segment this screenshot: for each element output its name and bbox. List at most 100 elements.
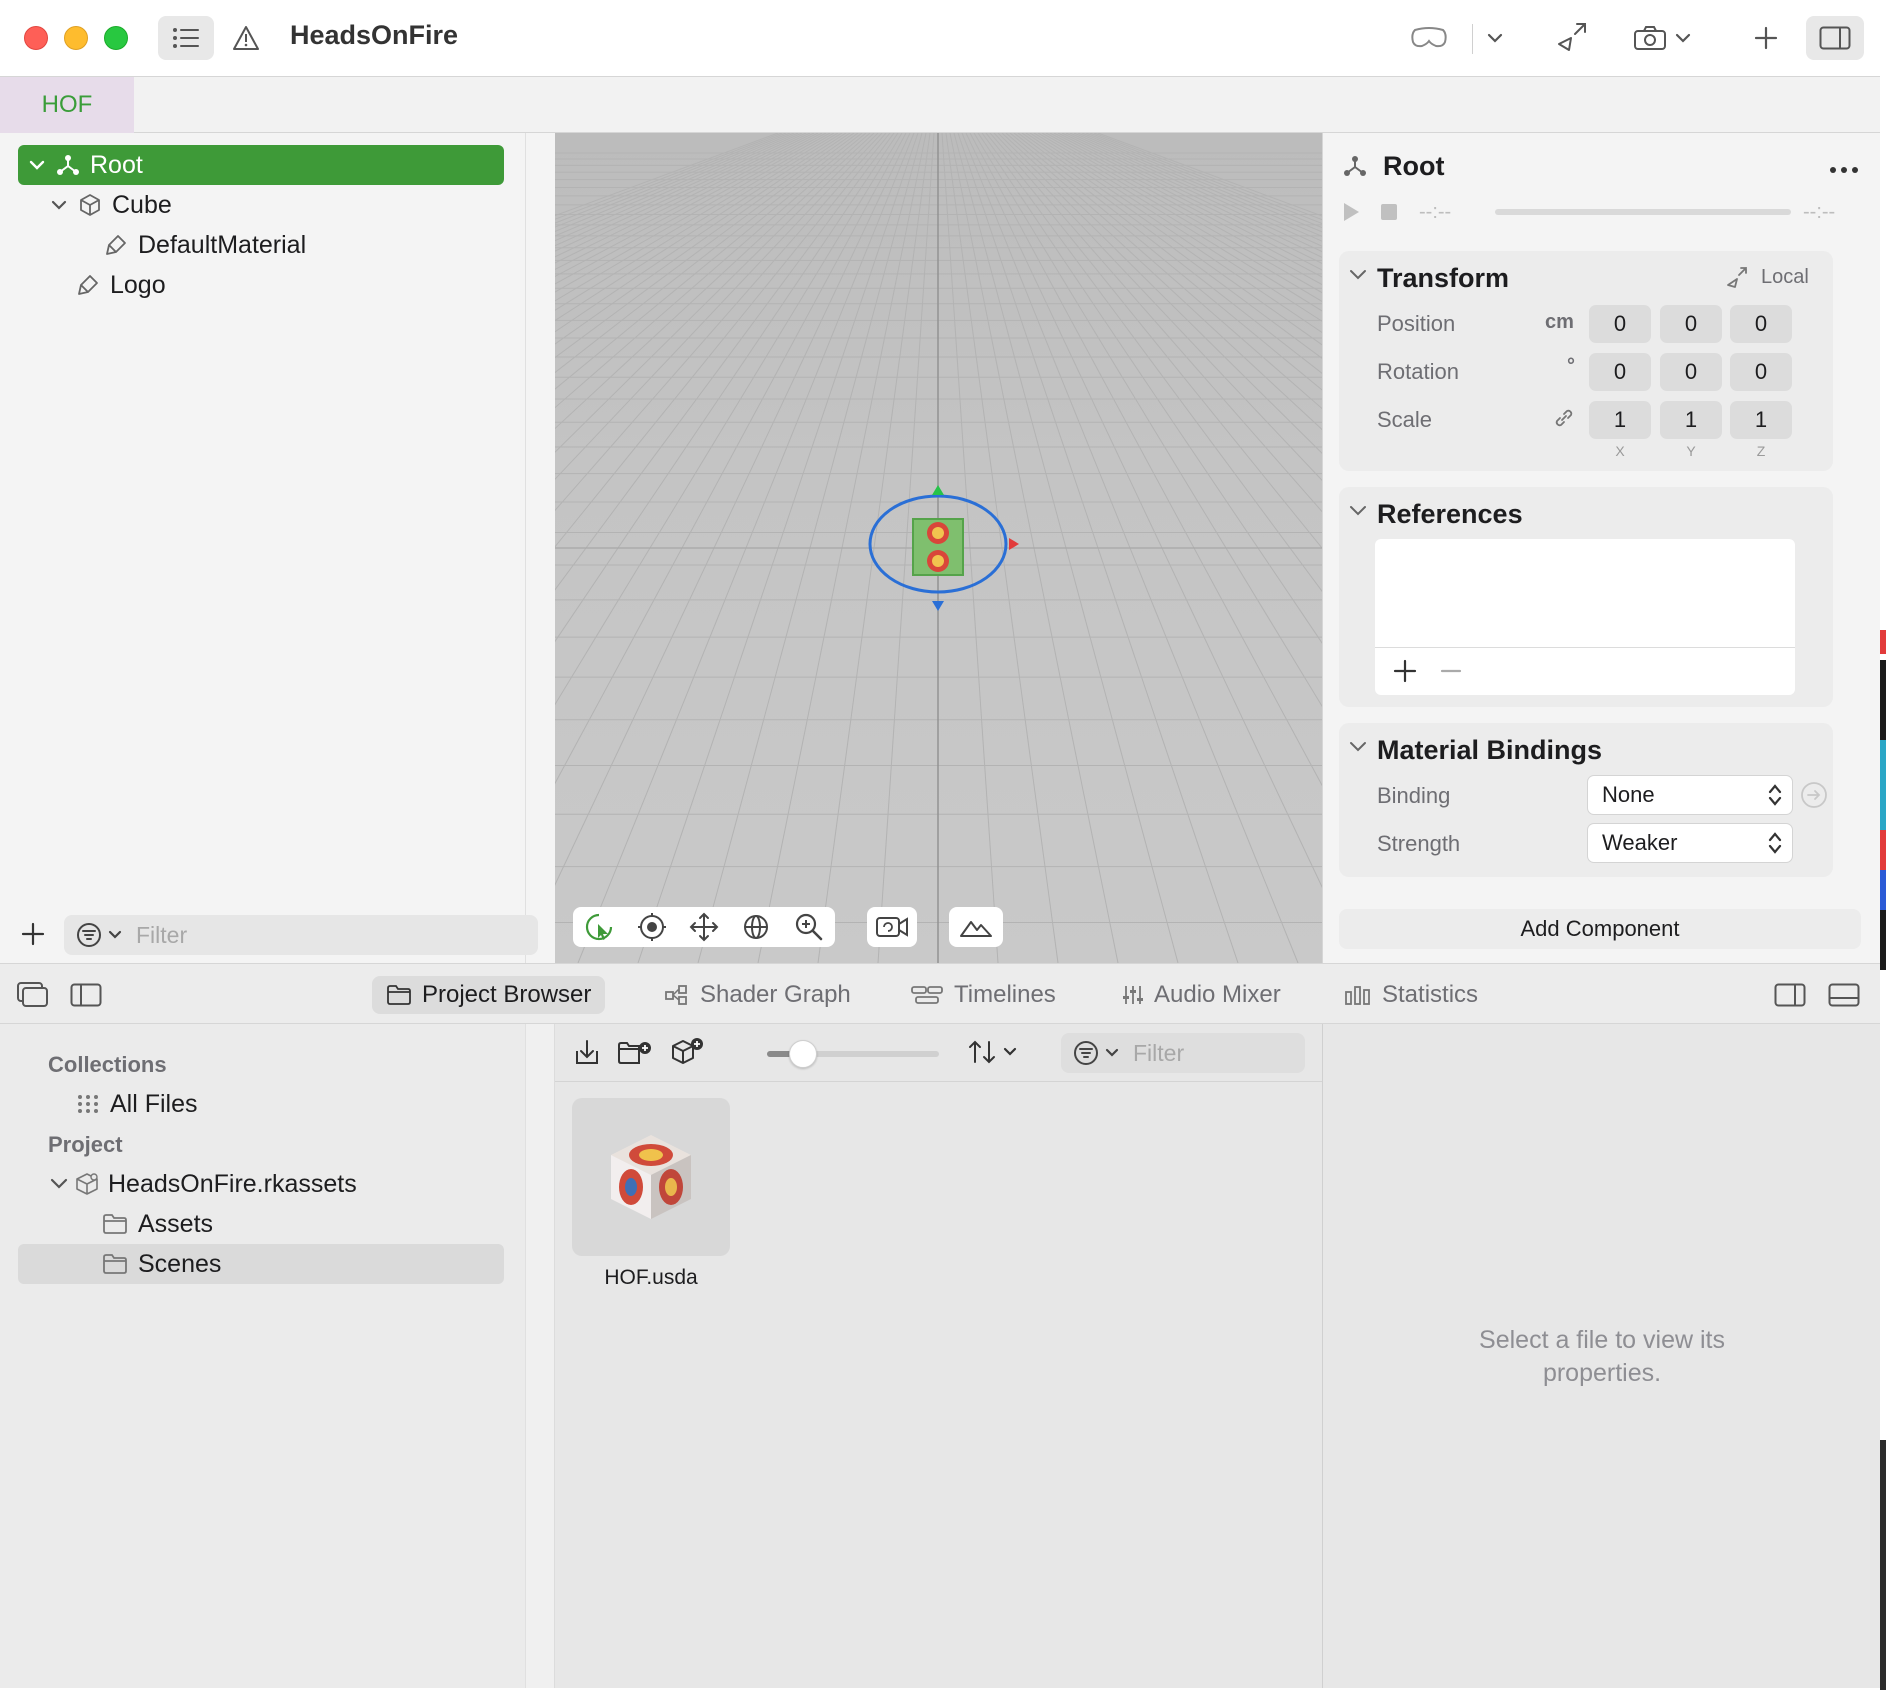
add-component-button[interactable]: Add Component bbox=[1339, 909, 1861, 949]
transform-gizmo[interactable] bbox=[555, 133, 1322, 963]
tree-item-label: Logo bbox=[110, 270, 166, 299]
strength-popup[interactable]: Weaker bbox=[1587, 823, 1793, 863]
folder-assets[interactable]: Assets bbox=[102, 1204, 506, 1244]
go-to-material-icon[interactable] bbox=[1799, 780, 1829, 810]
timeline-scrubber[interactable] bbox=[1495, 209, 1791, 215]
move-tool-icon[interactable] bbox=[689, 912, 719, 942]
binding-value: None bbox=[1602, 782, 1655, 807]
edge-mark bbox=[1880, 870, 1886, 910]
collection-all-files[interactable]: All Files bbox=[76, 1084, 506, 1124]
bottom-panel-icon[interactable] bbox=[1828, 983, 1860, 1007]
tab-timelines[interactable]: Timelines bbox=[896, 976, 1070, 1014]
add-button[interactable] bbox=[1748, 16, 1784, 60]
tab-audio-mixer[interactable]: Audio Mixer bbox=[1108, 976, 1295, 1014]
scale-z-field[interactable]: 1 bbox=[1730, 401, 1792, 439]
position-z-field[interactable]: 0 bbox=[1730, 305, 1792, 343]
chevron-down-icon[interactable] bbox=[1349, 741, 1367, 753]
hierarchy-footer: Filter bbox=[0, 905, 555, 963]
document-tab-hof[interactable]: HOF bbox=[0, 77, 134, 133]
select-tool-icon[interactable] bbox=[584, 912, 614, 942]
folder-icon bbox=[103, 1254, 127, 1274]
slider-knob[interactable] bbox=[789, 1040, 817, 1068]
scale-x-field[interactable]: 1 bbox=[1589, 401, 1651, 439]
send-to-device-icon bbox=[1558, 23, 1586, 51]
tree-item-defaultmaterial[interactable]: DefaultMaterial bbox=[102, 225, 502, 265]
device-menu-button[interactable] bbox=[1480, 16, 1510, 60]
timelines-icon bbox=[910, 984, 944, 1006]
chevron-down-icon[interactable] bbox=[26, 160, 48, 170]
play-icon[interactable] bbox=[1341, 201, 1361, 223]
chevron-down-icon[interactable] bbox=[1349, 505, 1367, 517]
tree-item-cube[interactable]: Cube bbox=[48, 185, 504, 225]
folder-icon bbox=[386, 984, 412, 1006]
new-folder-icon[interactable] bbox=[617, 1039, 653, 1067]
inspector-toggle-button[interactable] bbox=[1806, 16, 1864, 60]
minus-icon[interactable] bbox=[1439, 659, 1463, 683]
transform-title: Transform bbox=[1377, 263, 1510, 293]
titlebar: HeadsOnFire bbox=[0, 0, 1880, 77]
new-scene-icon[interactable] bbox=[669, 1037, 705, 1067]
chevron-down-icon bbox=[1105, 1048, 1119, 1057]
add-entity-button[interactable] bbox=[20, 921, 48, 949]
coordinate-space-toggle[interactable]: Local bbox=[1725, 265, 1809, 289]
package-label: HeadsOnFire.rkassets bbox=[108, 1169, 357, 1198]
edge-mark bbox=[1880, 910, 1886, 970]
link-icon[interactable] bbox=[1553, 407, 1575, 429]
position-y-field[interactable]: 0 bbox=[1660, 305, 1722, 343]
close-window-button[interactable] bbox=[24, 26, 48, 50]
rotation-x-field[interactable]: 0 bbox=[1589, 353, 1651, 391]
folder-scenes[interactable]: Scenes bbox=[18, 1244, 504, 1284]
project-header: Project bbox=[48, 1132, 123, 1157]
position-x-field[interactable]: 0 bbox=[1589, 305, 1651, 343]
file-item[interactable]: HOF.usda bbox=[572, 1098, 730, 1290]
share-scene-button[interactable] bbox=[1550, 16, 1594, 60]
project-package[interactable]: HeadsOnFire.rkassets bbox=[50, 1164, 506, 1204]
environment-controls[interactable] bbox=[949, 907, 1003, 947]
rotation-y-field[interactable]: 0 bbox=[1660, 353, 1722, 391]
rotation-label: Rotation bbox=[1377, 359, 1459, 384]
plus-icon[interactable] bbox=[1393, 659, 1417, 683]
no-selection-message: Select a file to view its properties. bbox=[1323, 1324, 1880, 1390]
scale-y-field[interactable]: 1 bbox=[1660, 401, 1722, 439]
binding-popup[interactable]: None bbox=[1587, 775, 1793, 815]
zoom-window-button[interactable] bbox=[104, 26, 128, 50]
filter-menu-icon[interactable] bbox=[1073, 1040, 1101, 1066]
zoom-tool-icon[interactable] bbox=[794, 912, 824, 942]
headset-preview-button[interactable] bbox=[1404, 16, 1454, 60]
strength-label: Strength bbox=[1377, 831, 1461, 856]
rotation-z-field[interactable]: 0 bbox=[1730, 353, 1792, 391]
hierarchy-filter-field[interactable]: Filter bbox=[64, 915, 538, 955]
sort-menu-button[interactable] bbox=[967, 1038, 1017, 1066]
chevron-down-icon[interactable] bbox=[1349, 269, 1367, 281]
windows-icon[interactable] bbox=[16, 981, 50, 1009]
camera-controls[interactable] bbox=[867, 907, 917, 947]
scene-viewport[interactable] bbox=[555, 133, 1322, 963]
minimize-window-button[interactable] bbox=[64, 26, 88, 50]
chevron-down-icon[interactable] bbox=[50, 1178, 68, 1190]
tab-project-browser[interactable]: Project Browser bbox=[372, 976, 606, 1014]
import-icon[interactable] bbox=[573, 1039, 601, 1067]
all-files-label: All Files bbox=[110, 1089, 198, 1118]
browser-filter-field[interactable]: Filter bbox=[1061, 1033, 1305, 1073]
sidebar-right-icon[interactable] bbox=[1774, 983, 1806, 1007]
tab-statistics[interactable]: Statistics bbox=[1330, 976, 1492, 1014]
tree-item-logo[interactable]: Logo bbox=[74, 265, 504, 305]
thumbnail-size-slider[interactable] bbox=[767, 1040, 939, 1068]
sidebar-left-icon[interactable] bbox=[70, 983, 102, 1007]
orbit-tool-icon[interactable] bbox=[637, 912, 667, 942]
navigator-toggle-button[interactable] bbox=[158, 16, 214, 60]
more-options-button[interactable] bbox=[1829, 161, 1861, 173]
chevron-down-icon[interactable] bbox=[48, 200, 70, 210]
tab-shader-graph[interactable]: Shader Graph bbox=[650, 976, 865, 1014]
tree-item-root[interactable]: Root bbox=[18, 145, 504, 185]
stop-icon[interactable] bbox=[1379, 202, 1399, 222]
filter-menu-icon[interactable] bbox=[76, 922, 104, 948]
vision-headset-icon bbox=[1411, 27, 1447, 48]
transform-section: Transform Local Position cm 0 0 0 Rotati… bbox=[1339, 251, 1833, 471]
snapshot-button[interactable] bbox=[1626, 16, 1698, 60]
up-down-arrows-icon bbox=[1768, 784, 1782, 806]
references-list[interactable] bbox=[1375, 539, 1795, 695]
rotate-tool-icon[interactable] bbox=[741, 912, 771, 942]
environment-icon bbox=[960, 921, 992, 937]
issues-button[interactable] bbox=[226, 16, 266, 60]
